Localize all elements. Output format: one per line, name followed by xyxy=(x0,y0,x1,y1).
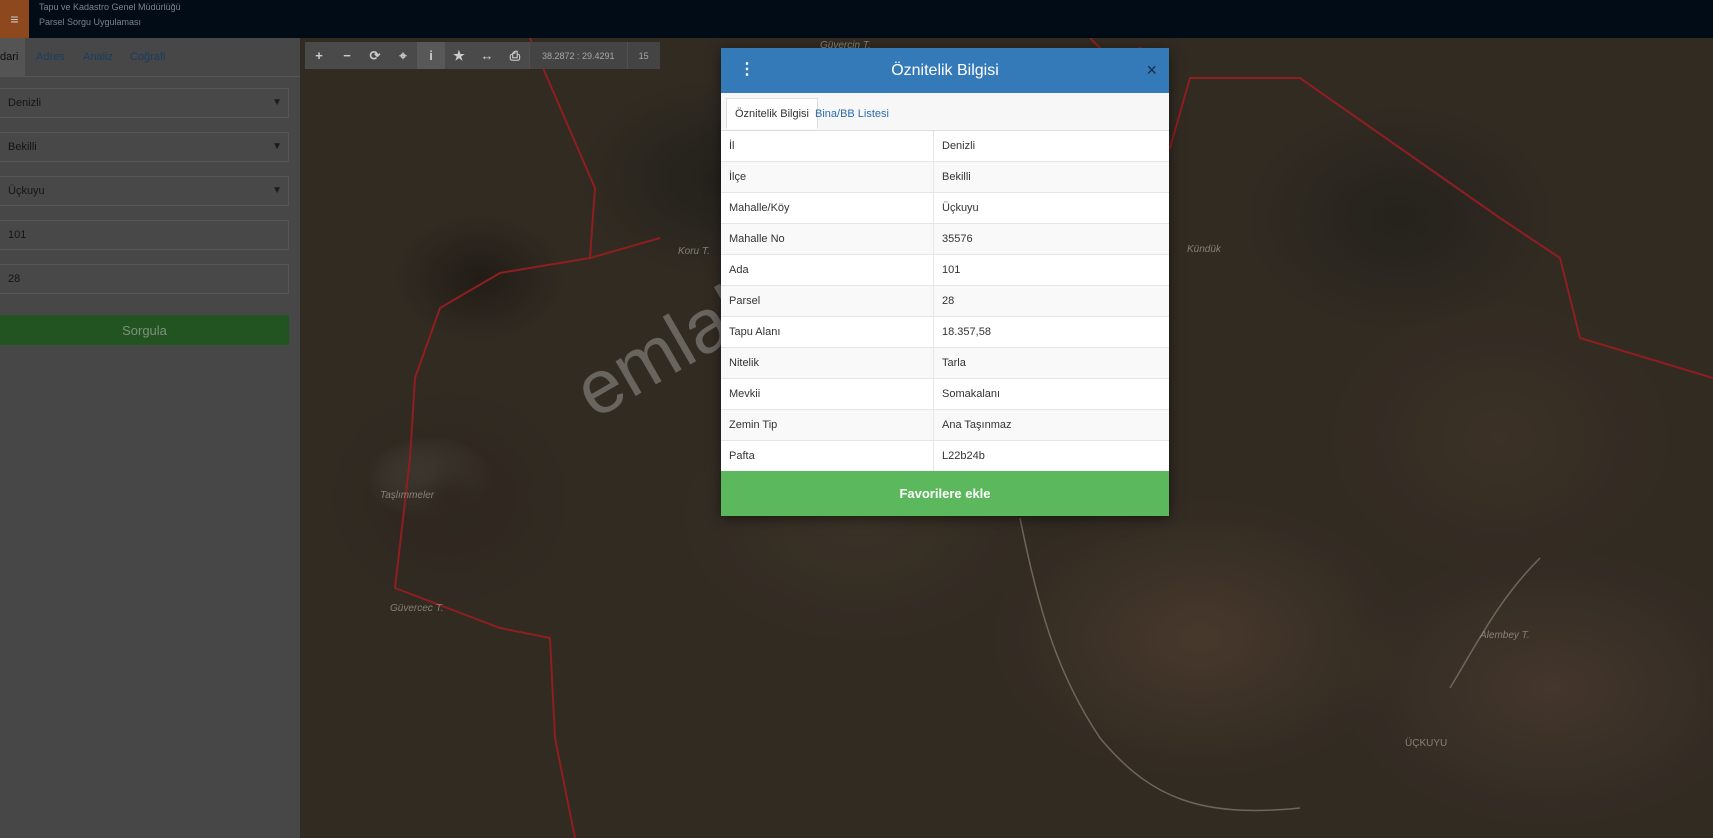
map-label: Kündük xyxy=(1187,244,1221,255)
attr-value: L22b24b xyxy=(933,440,1169,472)
attr-key: Mevkii xyxy=(721,378,934,410)
panel-tabs: dari Adres Analiz Coğrafi xyxy=(0,38,300,77)
hamburger-icon[interactable]: ≡ xyxy=(0,0,29,38)
neighborhood-select[interactable]: Üçkuyu ▼ xyxy=(0,176,289,206)
tab-cografi[interactable]: Coğrafi xyxy=(130,51,165,63)
table-row: Mahalle/Köy Üçkuyu xyxy=(721,192,1169,224)
attr-value: Ana Taşınmaz xyxy=(933,409,1169,441)
table-row: Parsel 28 xyxy=(721,285,1169,317)
attr-key: Parsel xyxy=(721,285,934,317)
block-value: 101 xyxy=(8,229,27,241)
attribute-table: İl Denizli İlçe Bekilli Mahalle/Köy Üçkuyu … xyxy=(721,131,1169,472)
block-input[interactable]: 101 xyxy=(0,220,289,250)
province-select[interactable]: Denizli ▼ xyxy=(0,88,289,118)
table-row: Tapu Alanı 18.357,58 xyxy=(721,316,1169,348)
table-row: Nitelik Tarla xyxy=(721,347,1169,379)
table-row: İl Denizli xyxy=(721,131,1169,162)
print-icon[interactable]: ⎙ xyxy=(501,42,529,69)
info-icon[interactable]: i xyxy=(417,42,445,69)
map-label: Koru T. xyxy=(678,246,710,257)
attr-key: Zemin Tip xyxy=(721,409,934,441)
close-icon[interactable]: × xyxy=(1146,60,1157,81)
attr-key: Nitelik xyxy=(721,347,934,379)
org-name: Tapu ve Kadastro Genel Müdürlüğü xyxy=(39,2,181,12)
attr-key: İl xyxy=(721,131,934,162)
coordinate-readout: 38.2872 : 29.4291 xyxy=(529,42,627,69)
parcel-input[interactable]: 28 xyxy=(0,264,289,294)
attr-key: İlçe xyxy=(721,161,934,193)
map-label: Taşlımmeler xyxy=(380,490,435,501)
attribute-modal: ⋮ Öznitelik Bilgisi × Öznitelik Bilgisi … xyxy=(721,48,1169,516)
refresh-icon[interactable]: ⟳ xyxy=(361,42,389,69)
tab-analiz[interactable]: Analiz xyxy=(83,51,113,63)
district-select[interactable]: Bekilli ▼ xyxy=(0,132,289,162)
query-panel: dari Adres Analiz Coğrafi Denizli ▼ Beki… xyxy=(0,38,300,838)
map-label: Güvercec T. xyxy=(390,603,444,614)
attr-value: Bekilli xyxy=(933,161,1169,193)
attr-value: Somakalanı xyxy=(933,378,1169,410)
tab-building-list[interactable]: Bina/BB Listesi xyxy=(807,98,897,129)
table-row: Mahalle No 35576 xyxy=(721,223,1169,255)
header-title: Tapu ve Kadastro Genel Müdürlüğü Parsel … xyxy=(39,0,181,30)
app-header: ≡ Tapu ve Kadastro Genel Müdürlüğü Parse… xyxy=(0,0,1713,38)
query-button[interactable]: Sorgula xyxy=(0,315,289,345)
modal-header: ⋮ Öznitelik Bilgisi × xyxy=(721,48,1169,93)
attr-value: 35576 xyxy=(933,223,1169,255)
table-row: İlçe Bekilli xyxy=(721,161,1169,193)
map-label: ÜÇKUYU xyxy=(1405,738,1448,749)
app-name: Parsel Sorgu Uygulaması xyxy=(39,17,142,27)
attr-key: Pafta xyxy=(721,440,934,472)
plus-icon[interactable]: + xyxy=(305,42,333,69)
zoom-level: 15 xyxy=(626,42,660,69)
attr-key: Tapu Alanı xyxy=(721,316,934,348)
chevron-down-icon: ▼ xyxy=(272,141,282,152)
attr-key: Mahalle No xyxy=(721,223,934,255)
table-row: Zemin Tip Ana Taşınmaz xyxy=(721,409,1169,441)
chevron-down-icon: ▼ xyxy=(272,97,282,108)
tab-adres[interactable]: Adres xyxy=(36,51,65,63)
district-value: Bekilli xyxy=(8,141,37,153)
attr-value: Tarla xyxy=(933,347,1169,379)
attr-value: 18.357,58 xyxy=(933,316,1169,348)
attr-key: Mahalle/Köy xyxy=(721,192,934,224)
modal-tabs: Öznitelik Bilgisi Bina/BB Listesi xyxy=(721,93,1169,131)
tab-attribute-info[interactable]: Öznitelik Bilgisi xyxy=(726,98,818,129)
province-value: Denizli xyxy=(8,97,42,109)
table-row: Mevkii Somakalanı xyxy=(721,378,1169,410)
table-row: Pafta L22b24b xyxy=(721,440,1169,472)
add-favorite-button[interactable]: Favorilere ekle xyxy=(721,471,1169,516)
neighborhood-value: Üçkuyu xyxy=(8,185,45,197)
map-label: Alembey T. xyxy=(1480,630,1530,641)
chevron-down-icon: ▼ xyxy=(272,185,282,196)
star-icon[interactable]: ★ xyxy=(445,42,473,69)
attr-value: 28 xyxy=(933,285,1169,317)
table-row: Ada 101 xyxy=(721,254,1169,286)
modal-title: Öznitelik Bilgisi xyxy=(891,61,999,79)
attr-key: Ada xyxy=(721,254,934,286)
map-toolbar: + − ⟳ ⌖ i ★ ↔ ⎙ 38.2872 : 29.4291 15 xyxy=(305,42,660,69)
attr-value: 101 xyxy=(933,254,1169,286)
parcel-value: 28 xyxy=(8,273,21,285)
attr-value: Üçkuyu xyxy=(933,192,1169,224)
attr-value: Denizli xyxy=(933,131,1169,162)
locate-icon[interactable]: ⌖ xyxy=(389,42,417,69)
measure-icon[interactable]: ↔ xyxy=(473,42,501,69)
tab-idari[interactable]: dari xyxy=(0,38,25,76)
minus-icon[interactable]: − xyxy=(333,42,361,69)
